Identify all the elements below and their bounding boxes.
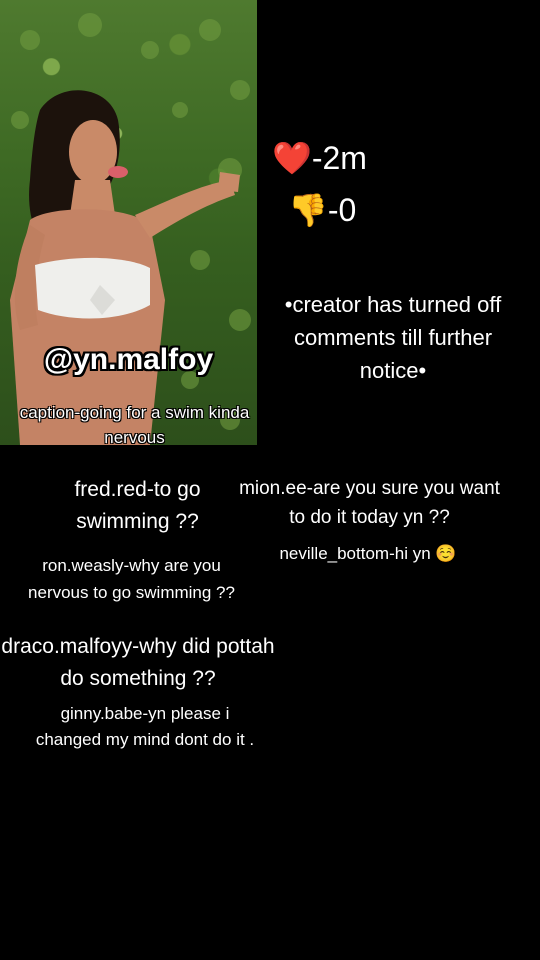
woman-photo-illustration xyxy=(10,13,251,445)
comments-off-notice: •creator has turned off comments till fu… xyxy=(284,292,502,383)
comment-neville: neville_bottom-hi yn ☺️ xyxy=(279,544,457,563)
post-photo[interactable] xyxy=(0,0,257,445)
comment-mion: mion.ee-are you sure you want to do it t… xyxy=(239,478,500,528)
caption: caption-going for a swim kinda nervous xyxy=(19,403,250,447)
comment-fred: fred.red-to go swimming ?? xyxy=(74,478,201,533)
dislikes-count: 👎-0 xyxy=(288,192,357,228)
comment-ginny: ginny.babe-yn please i changed my mind d… xyxy=(35,704,255,749)
username[interactable]: @yn.malfoy xyxy=(0,343,257,377)
comment-ron: ron.weasly-why are you nervous to go swi… xyxy=(28,556,235,602)
likes-count: ❤️-2m xyxy=(272,140,367,176)
comment-draco: draco.malfoyy-why did pottah do somethin… xyxy=(1,635,275,690)
